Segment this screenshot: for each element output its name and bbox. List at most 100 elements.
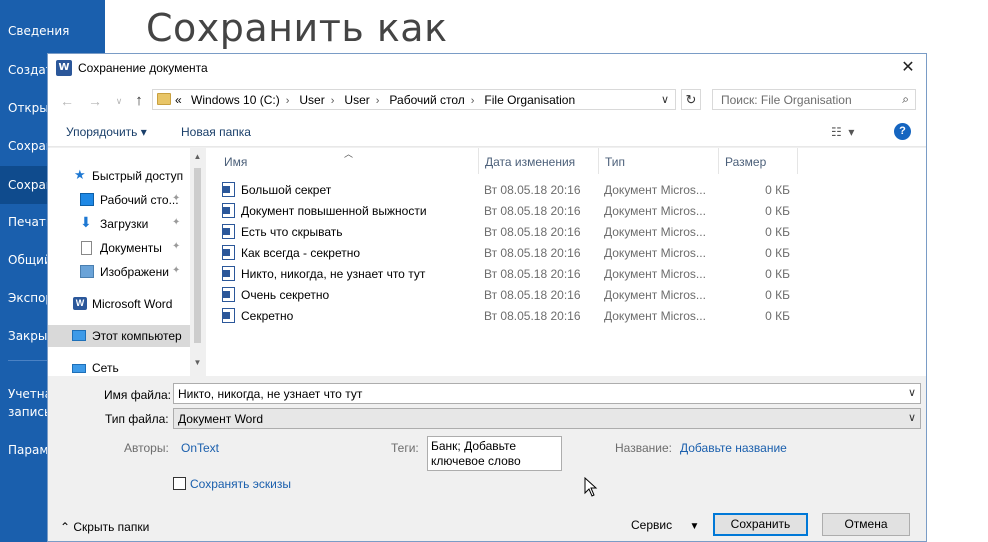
chevron-right-icon[interactable]: › xyxy=(370,95,390,107)
back-arrow-icon[interactable]: ← xyxy=(58,92,76,110)
word-icon: W xyxy=(73,297,87,310)
file-name: Документ повышенной выжности xyxy=(241,204,427,218)
view-options-icon[interactable]: ☷ ▾ xyxy=(831,125,854,139)
file-row[interactable]: Никто, никогда, не узнает что тут Вт 08.… xyxy=(222,263,812,284)
pin-icon[interactable]: ✦ xyxy=(172,241,180,252)
nav-this-pc[interactable]: Этот компьютер xyxy=(48,325,190,347)
help-icon[interactable]: ? xyxy=(894,123,911,140)
file-date: Вт 08.05.18 20:16 xyxy=(484,183,581,197)
nav-label: Рабочий сто... xyxy=(100,193,179,207)
new-folder-button[interactable]: Новая папка xyxy=(181,125,251,139)
up-arrow-icon[interactable]: ↑ xyxy=(130,92,148,110)
file-size: 0 КБ xyxy=(765,183,790,197)
column-divider[interactable] xyxy=(718,148,719,174)
filetype-select[interactable]: Документ Word ∨ xyxy=(173,408,921,429)
tools-label: Сервис xyxy=(631,518,673,532)
breadcrumb-item[interactable]: User xyxy=(299,93,324,107)
nav-item-info[interactable]: Сведения xyxy=(0,23,105,39)
column-divider[interactable] xyxy=(797,148,798,174)
file-name: Большой секрет xyxy=(241,183,332,197)
tools-button[interactable]: Сервис ▼ xyxy=(631,518,699,532)
nav-downloads[interactable]: ⬇ Загрузки ✦ xyxy=(48,213,190,235)
authors-value[interactable]: OnText xyxy=(181,441,219,455)
chevron-down-icon[interactable]: ∨ xyxy=(908,386,916,399)
nav-microsoft-word[interactable]: W Microsoft Word xyxy=(48,293,190,315)
nav-label: Быстрый доступ xyxy=(92,169,184,183)
pin-icon[interactable]: ✦ xyxy=(172,217,180,228)
nav-label: Сеть xyxy=(92,361,119,375)
download-icon: ⬇ xyxy=(80,214,92,230)
file-row[interactable]: Очень секретно Вт 08.05.18 20:16 Докумен… xyxy=(222,284,812,305)
organize-button[interactable]: Упорядочить ▾ xyxy=(66,125,147,139)
chevron-right-icon[interactable]: › xyxy=(465,95,485,107)
nav-network[interactable]: Сеть xyxy=(48,357,190,376)
dialog-titlebar: W Сохранение документа ✕ xyxy=(48,54,926,83)
column-divider[interactable] xyxy=(598,148,599,174)
breadcrumb-item[interactable]: File Organisation xyxy=(484,93,575,107)
chevron-right-icon[interactable]: › xyxy=(280,95,300,107)
file-size: 0 КБ xyxy=(765,204,790,218)
file-row[interactable]: Есть что скрывать Вт 08.05.18 20:16 Доку… xyxy=(222,221,812,242)
file-date: Вт 08.05.18 20:16 xyxy=(484,246,581,260)
file-type: Документ Micros... xyxy=(604,288,706,302)
nav-desktop[interactable]: Рабочий сто... ✦ xyxy=(48,189,190,211)
hide-folders-button[interactable]: ⌃ Скрыть папки xyxy=(60,520,149,534)
save-button[interactable]: Сохранить xyxy=(713,513,808,536)
file-row[interactable]: Секретно Вт 08.05.18 20:16 Документ Micr… xyxy=(222,305,812,326)
recent-chevron-icon[interactable]: ∨ xyxy=(110,92,128,110)
scroll-up-icon[interactable]: ▲ xyxy=(190,152,205,161)
address-dropdown-icon[interactable]: ∨ xyxy=(661,93,669,106)
file-name: Есть что скрывать xyxy=(241,225,343,239)
address-bar[interactable]: « Windows 10 (C:) › User › User › Рабочий стол… xyxy=(152,89,676,110)
search-icon: ⌕ xyxy=(902,92,909,106)
scroll-down-icon[interactable]: ▼ xyxy=(190,358,205,367)
tags-input[interactable]: Банк; Добавьте ключевое слово xyxy=(427,436,562,471)
breadcrumb-item[interactable]: Рабочий стол xyxy=(389,93,464,107)
chevron-down-icon[interactable]: ∨ xyxy=(908,411,916,424)
close-icon[interactable]: ✕ xyxy=(898,58,918,78)
refresh-icon[interactable]: ↻ xyxy=(681,89,701,110)
search-input[interactable]: Поиск: File Organisation ⌕ xyxy=(712,89,916,110)
network-icon xyxy=(72,364,86,373)
breadcrumb: « Windows 10 (C:) › User › User › Рабочий стол… xyxy=(175,93,575,107)
column-header-size[interactable]: Размер xyxy=(725,148,766,174)
authors-label: Авторы: xyxy=(124,441,169,455)
file-type: Документ Micros... xyxy=(604,225,706,239)
file-size: 0 КБ xyxy=(765,288,790,302)
title-value[interactable]: Добавьте название xyxy=(680,441,787,455)
toolbar: Упорядочить ▾ Новая папка ☷ ▾ ? xyxy=(48,117,926,147)
sort-ascending-icon: ︿ xyxy=(344,149,354,159)
nav-label: Документы xyxy=(100,241,162,255)
column-header-type[interactable]: Тип xyxy=(605,148,625,174)
documents-icon xyxy=(81,241,92,255)
chevron-right-icon[interactable]: › xyxy=(325,95,345,107)
pin-icon[interactable]: ✦ xyxy=(172,193,180,204)
file-date: Вт 08.05.18 20:16 xyxy=(484,204,581,218)
file-row[interactable]: Большой секрет Вт 08.05.18 20:16 Докумен… xyxy=(222,179,812,200)
column-header-name[interactable]: Имя xyxy=(224,148,247,174)
save-thumbnails-checkbox[interactable] xyxy=(173,477,186,490)
file-type: Документ Micros... xyxy=(604,246,706,260)
breadcrumb-item[interactable]: Windows 10 (C:) xyxy=(185,93,280,107)
title-label: Название: xyxy=(615,441,672,455)
nav-quick-access[interactable]: ★ Быстрый доступ xyxy=(48,165,190,187)
word-document-icon xyxy=(222,245,235,260)
save-thumbnails-label[interactable]: Сохранять эскизы xyxy=(190,477,291,491)
forward-arrow-icon[interactable]: → xyxy=(86,92,104,110)
cancel-button[interactable]: Отмена xyxy=(822,513,910,536)
filename-input[interactable]: Никто, никогда, не узнает что тут ∨ xyxy=(173,383,921,404)
breadcrumb-item[interactable]: User xyxy=(344,93,369,107)
file-row[interactable]: Документ повышенной выжности Вт 08.05.18… xyxy=(222,200,812,221)
column-divider[interactable] xyxy=(478,148,479,174)
nav-scrollbar-thumb[interactable] xyxy=(194,168,201,343)
nav-pictures[interactable]: Изображени ✦ xyxy=(48,261,190,283)
file-row[interactable]: Как всегда - секретно Вт 08.05.18 20:16 … xyxy=(222,242,812,263)
nav-documents[interactable]: Документы ✦ xyxy=(48,237,190,259)
navigation-pane: ★ Быстрый доступ Рабочий сто... ✦ ⬇ Загр… xyxy=(48,148,205,376)
column-header-date[interactable]: Дата изменения xyxy=(485,148,575,174)
word-document-icon xyxy=(222,308,235,323)
page-title: Сохранить как xyxy=(146,6,448,50)
breadcrumb-overflow[interactable]: « xyxy=(175,93,182,107)
pin-icon[interactable]: ✦ xyxy=(172,265,180,276)
filename-value: Никто, никогда, не узнает что тут xyxy=(178,387,363,401)
